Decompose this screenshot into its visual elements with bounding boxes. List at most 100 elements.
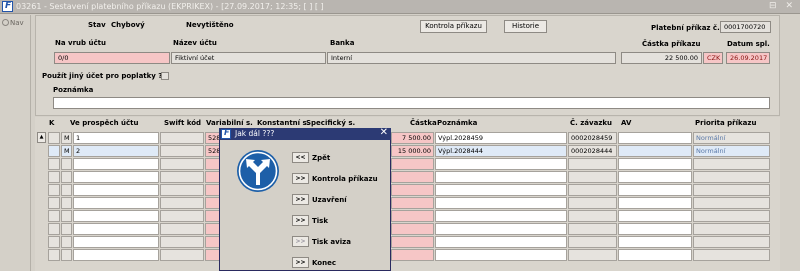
vs-cell[interactable] xyxy=(205,210,220,222)
av-cell[interactable] xyxy=(618,171,692,183)
zavazek-cell[interactable]: 0002028459 xyxy=(568,132,617,144)
row-marker[interactable] xyxy=(48,249,60,261)
row-m-cell[interactable] xyxy=(61,171,72,183)
row-m-cell[interactable]: M xyxy=(61,132,72,144)
zavazek-cell[interactable] xyxy=(568,158,617,170)
ucet-cell[interactable] xyxy=(73,249,159,261)
priorita-cell[interactable] xyxy=(693,197,770,209)
row-m-cell[interactable] xyxy=(61,223,72,235)
row-m-cell[interactable] xyxy=(61,158,72,170)
datum-splatnosti-field[interactable]: 26.09.2017 xyxy=(726,52,770,64)
priorita-cell[interactable] xyxy=(693,158,770,170)
zavazek-cell[interactable] xyxy=(568,210,617,222)
dialog-option-button[interactable]: >> xyxy=(292,257,309,268)
ucet-cell[interactable] xyxy=(73,158,159,170)
poznamka-cell[interactable] xyxy=(435,197,567,209)
zavazek-cell[interactable] xyxy=(568,249,617,261)
dialog-option-button[interactable]: << xyxy=(292,152,309,163)
priorita-cell[interactable]: Normální xyxy=(693,132,770,144)
poznamka-cell[interactable] xyxy=(435,223,567,235)
ucet-cell[interactable] xyxy=(73,171,159,183)
ucet-cell[interactable] xyxy=(73,197,159,209)
av-cell[interactable] xyxy=(618,236,692,248)
zavazek-cell[interactable] xyxy=(568,171,617,183)
na-vrub-uctu-field[interactable]: 0/0 xyxy=(54,52,170,64)
dialog-option-button[interactable]: >> xyxy=(292,194,309,205)
swift-cell[interactable] xyxy=(160,223,204,235)
row-marker[interactable] xyxy=(48,145,60,157)
swift-cell[interactable] xyxy=(160,145,204,157)
vs-cell[interactable] xyxy=(205,197,220,209)
av-cell[interactable] xyxy=(618,184,692,196)
dialog-close-icon[interactable]: ✕ xyxy=(380,127,388,138)
nav-button[interactable]: Nav xyxy=(2,19,24,27)
zavazek-cell[interactable] xyxy=(568,236,617,248)
row-marker[interactable] xyxy=(48,236,60,248)
vs-cell[interactable] xyxy=(205,158,220,170)
castka-cell[interactable] xyxy=(391,210,434,222)
castka-cell[interactable] xyxy=(391,236,434,248)
zavazek-cell[interactable] xyxy=(568,223,617,235)
historie-button[interactable]: Historie xyxy=(504,20,547,33)
row-marker[interactable] xyxy=(48,184,60,196)
swift-cell[interactable] xyxy=(160,132,204,144)
av-cell[interactable] xyxy=(618,145,692,157)
castka-cell[interactable]: 7 500.00 xyxy=(391,132,434,144)
row-m-cell[interactable] xyxy=(61,184,72,196)
row-m-cell[interactable] xyxy=(61,236,72,248)
vs-cell[interactable] xyxy=(205,184,220,196)
poznamka-cell[interactable] xyxy=(435,184,567,196)
grid-scroll-up[interactable]: ▲ xyxy=(37,132,46,143)
poznamka-cell[interactable]: Výpl.2028459 xyxy=(435,132,567,144)
ucet-cell[interactable]: 1 xyxy=(73,132,159,144)
castka-cell[interactable] xyxy=(391,223,434,235)
priorita-cell[interactable] xyxy=(693,236,770,248)
row-m-cell[interactable]: M xyxy=(61,145,72,157)
castka-cell[interactable] xyxy=(391,184,434,196)
castka-prikazu-field[interactable]: 22 500.00 xyxy=(621,52,702,64)
row-m-cell[interactable] xyxy=(61,197,72,209)
poznamka-cell[interactable] xyxy=(435,249,567,261)
vs-cell[interactable] xyxy=(205,236,220,248)
priorita-cell[interactable] xyxy=(693,223,770,235)
av-cell[interactable] xyxy=(618,158,692,170)
prikaz-number-field[interactable]: 0001700720 xyxy=(720,21,771,33)
row-marker[interactable] xyxy=(48,132,60,144)
ucet-cell[interactable] xyxy=(73,236,159,248)
dialog-option-button[interactable]: >> xyxy=(292,173,309,184)
castka-cell[interactable] xyxy=(391,171,434,183)
av-cell[interactable] xyxy=(618,249,692,261)
row-marker[interactable] xyxy=(48,171,60,183)
window-controls[interactable]: ⊟ ✕ xyxy=(769,1,796,11)
kontrola-prikazu-button[interactable]: Kontrola příkazu xyxy=(420,20,487,33)
vs-cell[interactable] xyxy=(205,223,220,235)
row-marker[interactable] xyxy=(48,158,60,170)
ucet-cell[interactable]: 2 xyxy=(73,145,159,157)
castka-cell[interactable] xyxy=(391,158,434,170)
castka-cell[interactable]: 15 000.00 xyxy=(391,145,434,157)
row-marker[interactable] xyxy=(48,210,60,222)
poznamka-cell[interactable]: Výpl.2028444 xyxy=(435,145,567,157)
swift-cell[interactable] xyxy=(160,249,204,261)
mena-field[interactable]: CZK xyxy=(703,52,723,64)
priorita-cell[interactable] xyxy=(693,210,770,222)
ucet-cell[interactable] xyxy=(73,223,159,235)
swift-cell[interactable] xyxy=(160,210,204,222)
swift-cell[interactable] xyxy=(160,171,204,183)
jiny-ucet-checkbox[interactable] xyxy=(161,72,169,80)
banka-field[interactable]: Interní xyxy=(327,52,616,64)
row-m-cell[interactable] xyxy=(61,210,72,222)
poznamka-field[interactable] xyxy=(53,97,770,109)
av-cell[interactable] xyxy=(618,132,692,144)
swift-cell[interactable] xyxy=(160,158,204,170)
poznamka-cell[interactable] xyxy=(435,236,567,248)
av-cell[interactable] xyxy=(618,223,692,235)
nazev-uctu-field[interactable]: Fiktivní účet xyxy=(171,52,326,64)
priorita-cell[interactable]: Normální xyxy=(693,145,770,157)
poznamka-cell[interactable] xyxy=(435,158,567,170)
zavazek-cell[interactable]: 0002028444 xyxy=(568,145,617,157)
row-m-cell[interactable] xyxy=(61,249,72,261)
priorita-cell[interactable] xyxy=(693,249,770,261)
vs-cell[interactable]: 528 xyxy=(205,132,220,144)
row-marker[interactable] xyxy=(48,223,60,235)
